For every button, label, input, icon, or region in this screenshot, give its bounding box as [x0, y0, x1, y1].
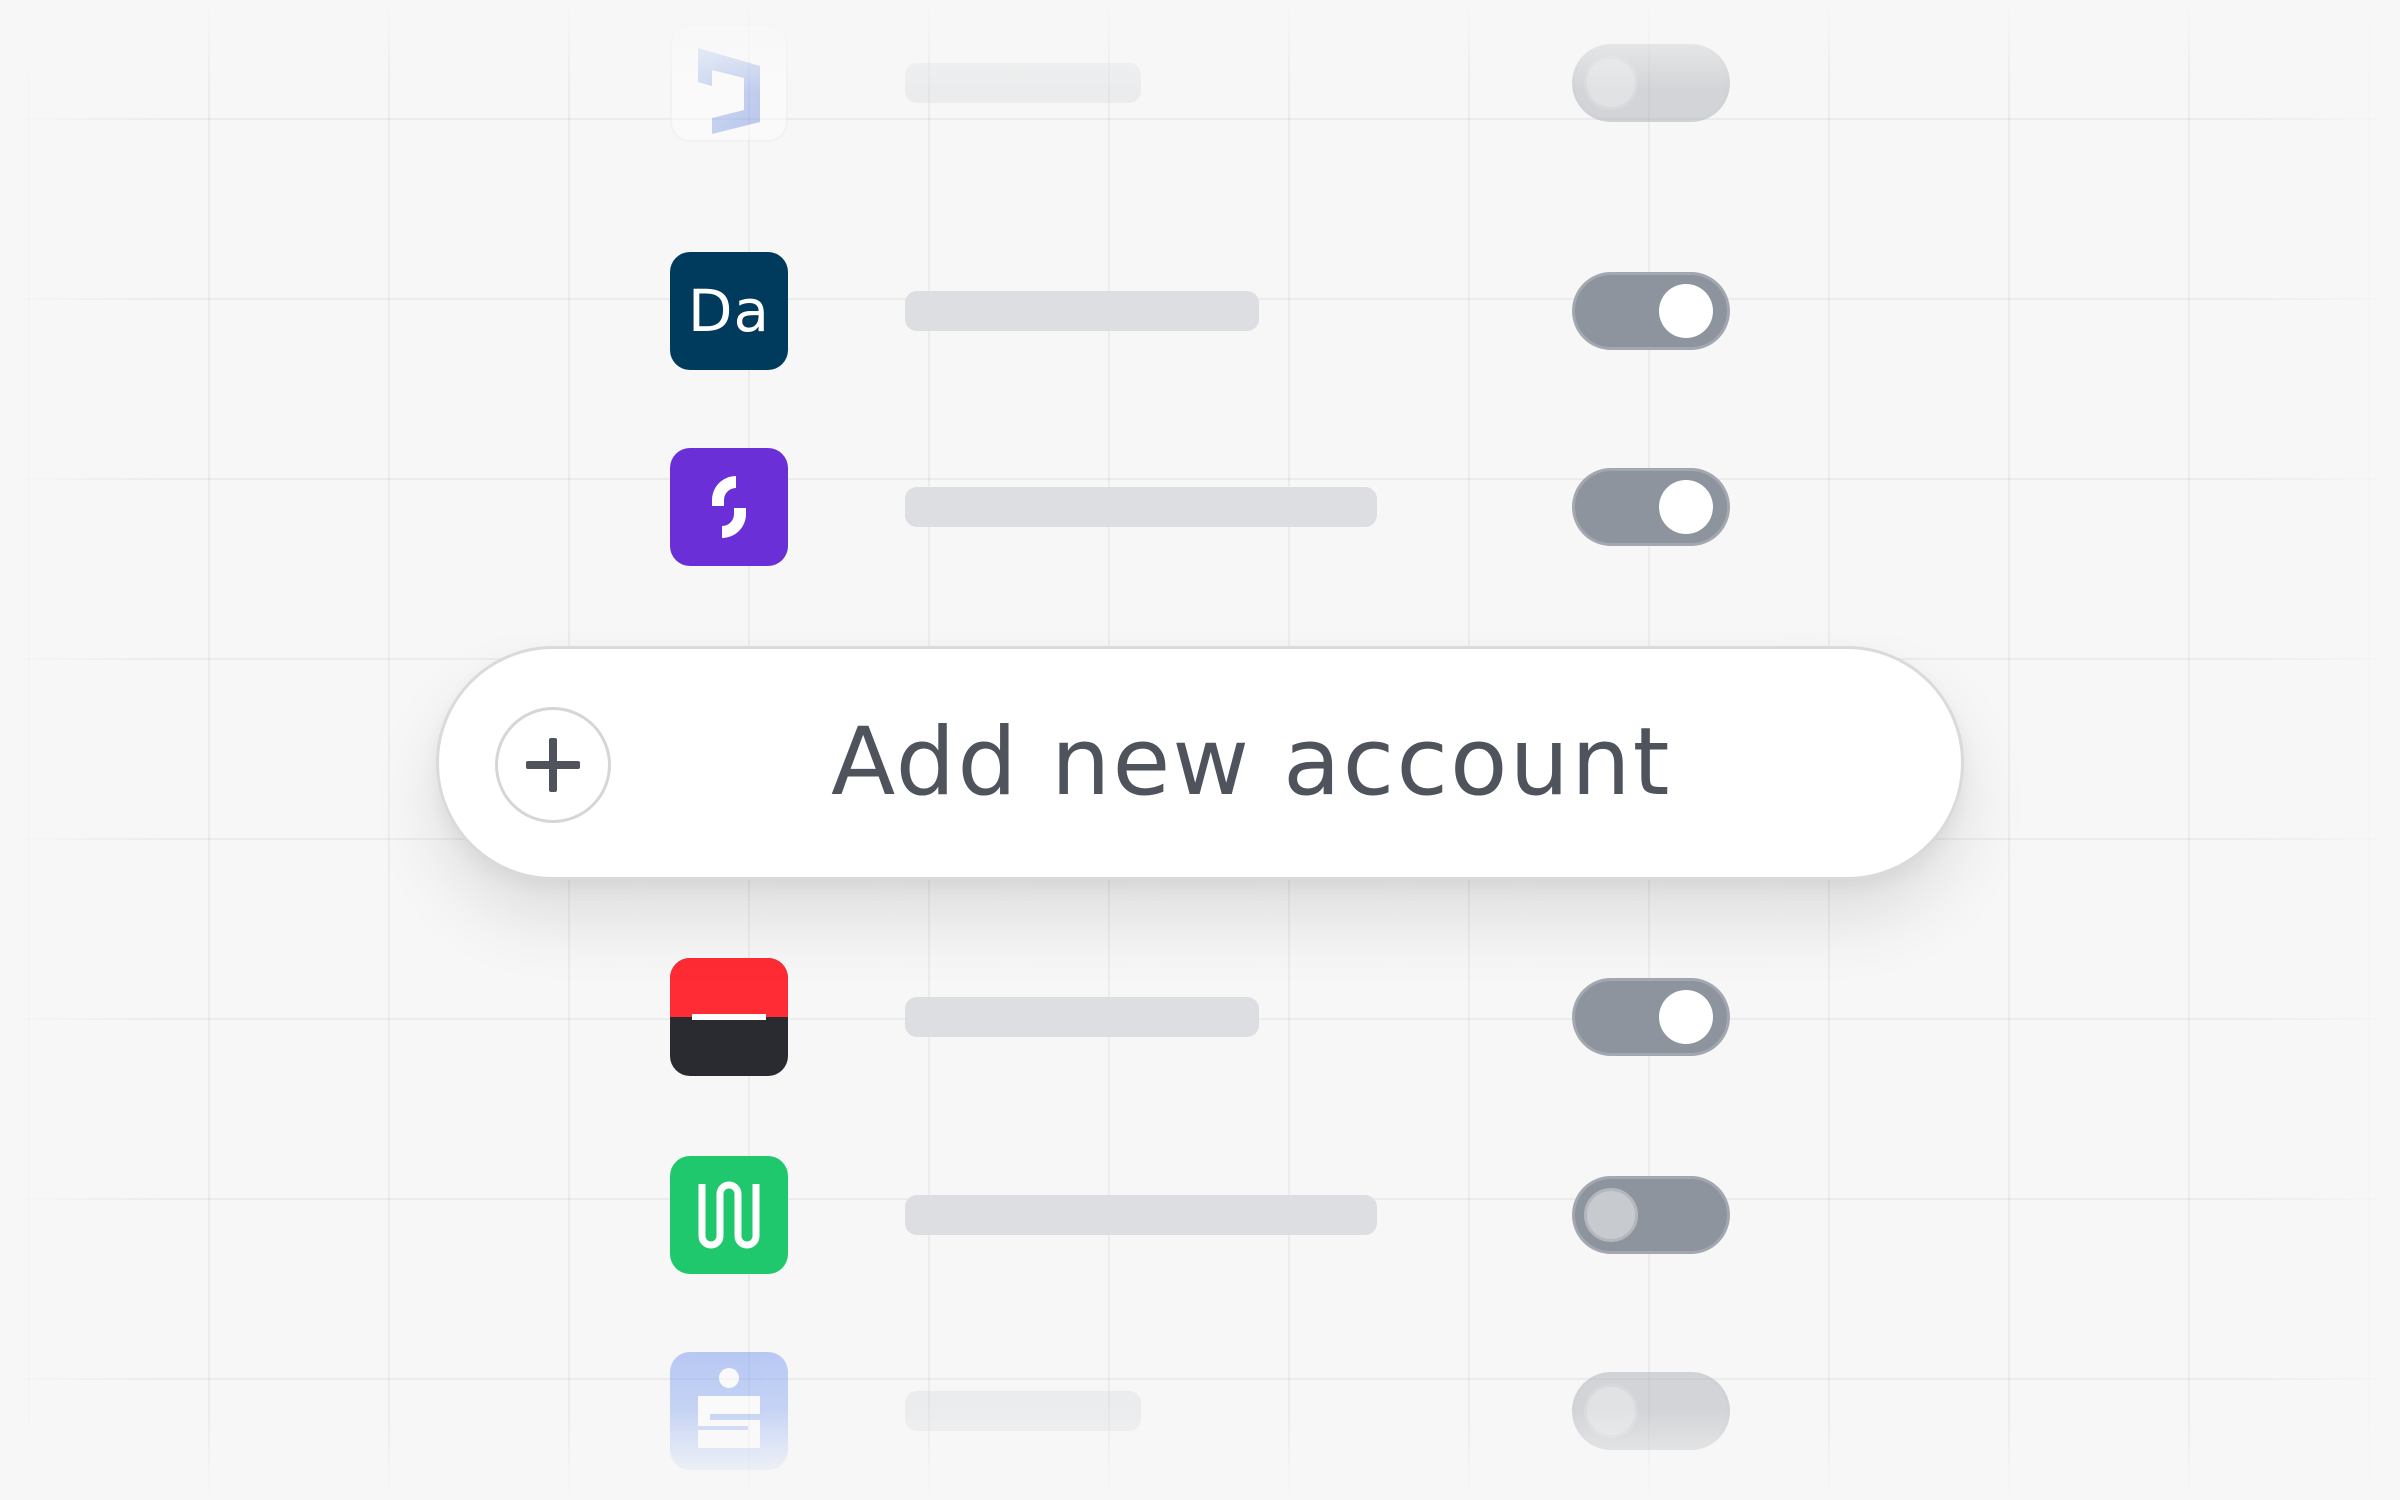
- account-row: Da: [0, 252, 2400, 370]
- account-toggle[interactable]: [1572, 1176, 1730, 1254]
- da-logo-icon: Da: [670, 252, 788, 370]
- account-toggle[interactable]: [1572, 978, 1730, 1056]
- account-row: [0, 1156, 2400, 1274]
- logo-bar: [692, 1014, 766, 1020]
- account-row: [0, 958, 2400, 1076]
- account-toggle[interactable]: [1572, 468, 1730, 546]
- blue-d-logo-icon: [670, 24, 788, 142]
- account-list-screen: Da Add new account: [0, 0, 2400, 1500]
- add-account-label: Add new account: [831, 708, 1672, 817]
- account-toggle[interactable]: [1572, 272, 1730, 350]
- account-toggle[interactable]: [1572, 1372, 1730, 1450]
- red-black-bank-logo-icon: [670, 958, 788, 1076]
- account-name-placeholder: [905, 1195, 1377, 1235]
- toggle-knob: [1584, 1188, 1638, 1242]
- account-name-placeholder: [905, 997, 1259, 1037]
- add-account-button[interactable]: Add new account: [436, 646, 1964, 880]
- toggle-knob: [1659, 480, 1713, 534]
- account-name-placeholder: [905, 63, 1141, 103]
- account-name-placeholder: [905, 487, 1377, 527]
- account-row: [0, 24, 2400, 142]
- toggle-knob: [1659, 284, 1713, 338]
- account-name-placeholder: [905, 1391, 1141, 1431]
- logo-top-half: [670, 958, 788, 1017]
- account-row: [0, 1352, 2400, 1470]
- sparkasse-logo-icon: [670, 1352, 788, 1470]
- da-logo-text: Da: [687, 277, 771, 345]
- toggle-knob: [1659, 990, 1713, 1044]
- toggle-knob: [1584, 1384, 1638, 1438]
- account-row: [0, 448, 2400, 566]
- green-w-logo-icon: [670, 1156, 788, 1274]
- plus-icon: [495, 707, 611, 823]
- account-name-placeholder: [905, 291, 1259, 331]
- toggle-knob: [1584, 56, 1638, 110]
- account-toggle[interactable]: [1572, 44, 1730, 122]
- purple-s-logo-icon: [670, 448, 788, 566]
